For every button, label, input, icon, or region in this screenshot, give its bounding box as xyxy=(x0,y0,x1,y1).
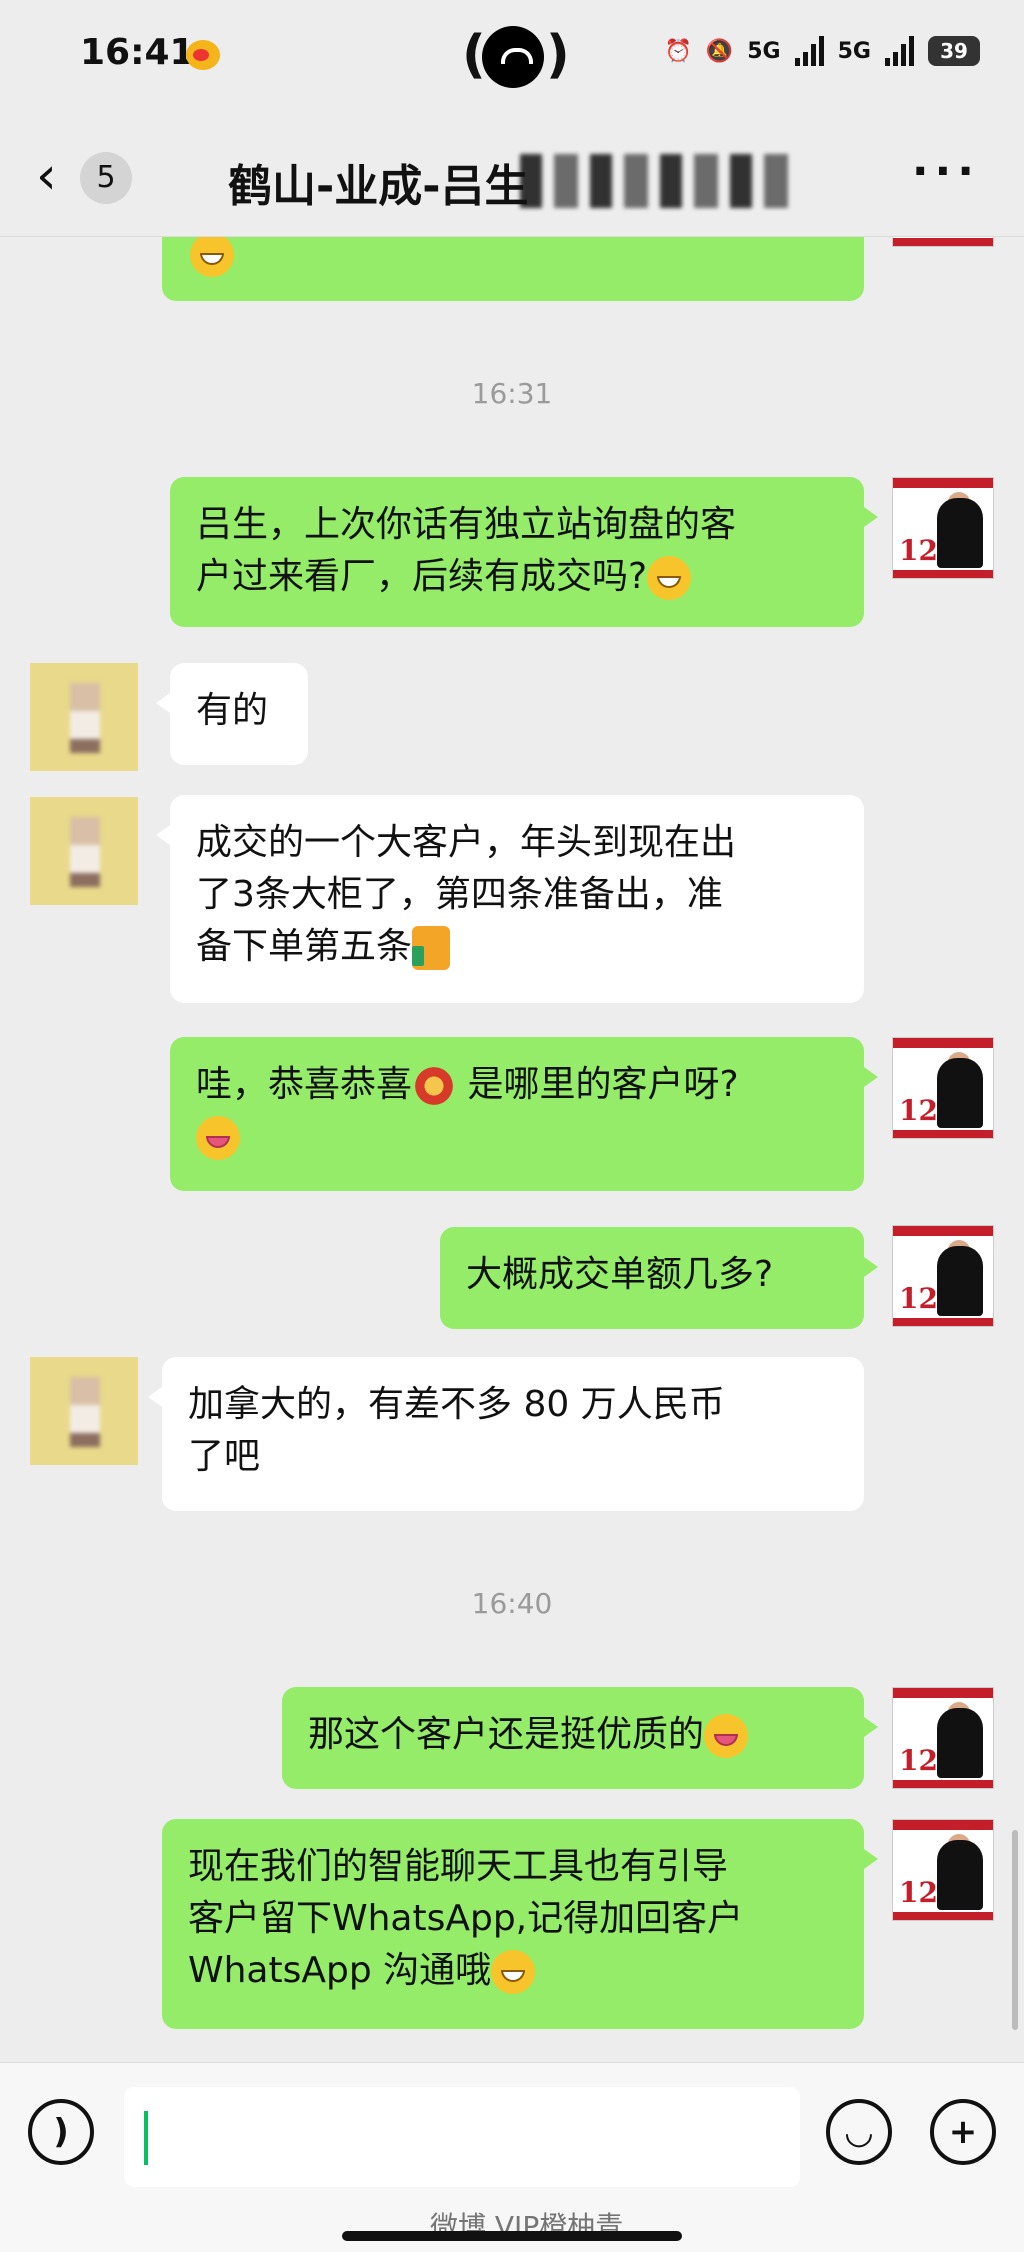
signal-icon xyxy=(794,36,824,66)
text-cursor xyxy=(144,2111,148,2165)
chat-header: ‹ 5 鹤山-业成-吕生 ··· xyxy=(0,120,1024,237)
avatar[interactable]: 12 xyxy=(892,477,994,579)
more-dots-icon[interactable]: ··· xyxy=(912,146,980,197)
status-bar: 16:41 ( ) ⏰ 🔕 5G 5G 39 xyxy=(0,0,1024,120)
avatar[interactable]: 12 xyxy=(892,1225,994,1327)
message-bubble-outgoing[interactable]: 吕生，上次你话有独立站询盘的客 户过来看厂，后续有成交吗? xyxy=(170,477,878,627)
message-text: 那这个客户还是挺优质的 xyxy=(308,1714,705,1755)
smile-icon[interactable]: ◡ xyxy=(826,2099,892,2165)
wink-emoji-icon xyxy=(190,237,234,277)
redacted-mask xyxy=(520,154,790,208)
signal-icon xyxy=(885,36,914,66)
message-bubble-outgoing[interactable]: 现在我们的智能聊天工具也有引导 客户留下WhatsApp,记得加回客户 What… xyxy=(162,1819,878,2029)
mute-icon: 🔕 xyxy=(705,38,734,64)
alarm-icon: ⏰ xyxy=(664,38,692,64)
message-bubble-previous[interactable] xyxy=(162,237,864,301)
paren-right-icon: ) xyxy=(546,25,570,85)
message-text: 哇，恭喜恭喜 xyxy=(196,1064,413,1105)
message-text: 户过来看厂，后续有成交吗? xyxy=(196,556,648,597)
message-text: 成交的一个大客户，年头到现在出 xyxy=(196,822,737,863)
scrollbar[interactable] xyxy=(1012,1830,1018,2030)
tongue-emoji-icon xyxy=(196,1116,240,1160)
grin-emoji-icon xyxy=(647,556,692,600)
hotspot-indicator: ( ) xyxy=(462,24,570,92)
message-bubble-outgoing[interactable]: 那这个客户还是挺优质的 xyxy=(282,1687,878,1789)
hotspot-icon xyxy=(482,26,544,88)
thumbs-up-emoji-icon xyxy=(412,926,451,970)
avatar[interactable]: 12 xyxy=(892,1819,994,1921)
message-text: 了吧 xyxy=(188,1436,261,1477)
network-2-label: 5G xyxy=(837,38,871,64)
avatar[interactable] xyxy=(30,663,138,771)
message-text: WhatsApp 沟通哦 xyxy=(188,1950,492,1991)
message-text: 加拿大的，有差不多 80 万人民币 xyxy=(188,1384,725,1425)
message-text: 客户留下WhatsApp,记得加回客户 xyxy=(188,1898,744,1939)
unread-count-badge[interactable]: 5 xyxy=(80,152,132,204)
message-text: 备下单第五条 xyxy=(196,926,413,967)
status-icons: ⏰ 🔕 5G 5G 39 xyxy=(664,36,980,66)
message-list[interactable]: 16:31 吕生，上次你话有独立站询盘的客 户过来看厂，后续有成交吗? 12 有… xyxy=(0,237,1024,2062)
voice-icon[interactable]: ) xyxy=(28,2099,94,2165)
timestamp: 16:31 xyxy=(471,377,553,410)
tongue-emoji-icon xyxy=(704,1714,749,1758)
message-text: 了3条大柜了，第四条准备出，准 xyxy=(196,874,723,915)
message-text: 是哪里的客户呀? xyxy=(456,1064,739,1105)
message-bubble-incoming[interactable]: 成交的一个大客户，年头到现在出 了3条大柜了，第四条准备出，准 备下单第五条 xyxy=(156,795,864,1003)
avatar[interactable]: 12 xyxy=(892,1687,994,1789)
message-text: 吕生，上次你话有独立站询盘的客 xyxy=(196,504,737,545)
smirk-emoji-icon xyxy=(491,1950,536,1994)
message-bubble-outgoing[interactable]: 大概成交单额几多? xyxy=(440,1227,878,1329)
message-bubble-incoming[interactable]: 加拿大的，有差不多 80 万人民币 了吧 xyxy=(148,1357,864,1511)
avatar[interactable] xyxy=(30,797,138,905)
avatar[interactable] xyxy=(892,237,994,247)
chat-title[interactable]: 鹤山-业成-吕生 xyxy=(228,150,529,214)
home-indicator[interactable] xyxy=(342,2231,682,2241)
status-time: 16:41 xyxy=(80,32,195,73)
message-input[interactable] xyxy=(124,2087,800,2187)
network-1-label: 5G xyxy=(747,38,781,64)
avatar[interactable] xyxy=(30,1357,138,1465)
message-text: 有的 xyxy=(196,690,269,731)
weibo-icon xyxy=(186,40,220,70)
message-bubble-incoming[interactable]: 有的 xyxy=(156,663,308,765)
battery-indicator: 39 xyxy=(928,36,980,66)
timestamp: 16:40 xyxy=(471,1587,553,1620)
input-bar: ) ◡ + 微博 VIP橙柚青 xyxy=(0,2062,1024,2252)
plus-icon[interactable]: + xyxy=(930,2099,996,2165)
message-text: 现在我们的智能聊天工具也有引导 xyxy=(188,1846,729,1887)
chevron-left-icon[interactable]: ‹ xyxy=(36,150,57,202)
message-bubble-outgoing[interactable]: 哇，恭喜恭喜 是哪里的客户呀? xyxy=(170,1037,878,1191)
avatar[interactable]: 12 xyxy=(892,1037,994,1139)
firecracker-emoji-icon xyxy=(412,1064,457,1108)
message-text: 大概成交单额几多? xyxy=(466,1254,774,1295)
